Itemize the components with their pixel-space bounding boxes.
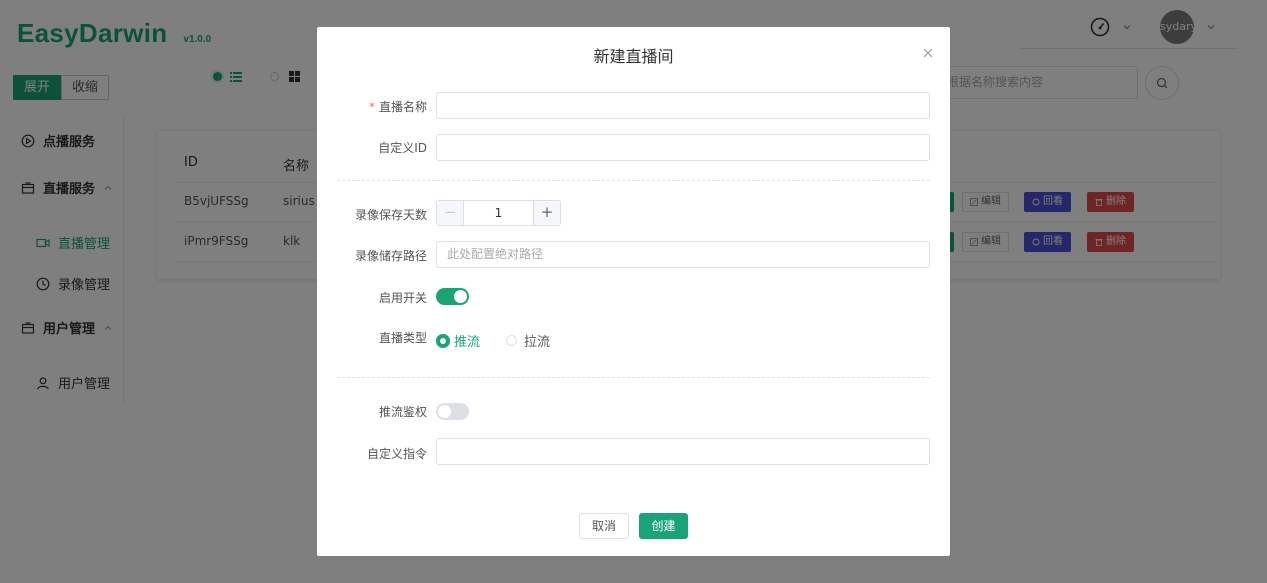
stream-type-label: 直播类型	[378, 331, 427, 345]
radio-push[interactable]	[436, 333, 450, 348]
save-path-input[interactable]: 此处配置绝对路径	[436, 241, 930, 268]
save-days-value[interactable]: 1	[464, 201, 533, 225]
decrement-button[interactable]: −	[437, 201, 464, 225]
auth-toggle[interactable]	[436, 403, 469, 420]
create-button[interactable]: 创建	[639, 513, 688, 539]
toggle-knob	[438, 405, 451, 418]
stream-type-radio-group: 推流 拉流	[436, 331, 550, 350]
save-days-label: 录像保存天数	[354, 208, 427, 222]
enable-label: 启用开关	[378, 291, 427, 305]
custom-cmd-label: 自定义指令	[366, 447, 427, 461]
close-icon[interactable]	[921, 46, 935, 60]
increment-button[interactable]: +	[533, 201, 560, 225]
section-divider	[337, 180, 930, 181]
create-live-dialog: 新建直播间 * 直播名称 自定义ID 录像保存天数 − 1 + 录像储存路径 此处…	[317, 27, 950, 556]
custom-id-label: 自定义ID	[378, 141, 427, 155]
name-label: * 直播名称	[317, 98, 427, 115]
save-days-stepper: − 1 +	[436, 200, 561, 226]
radio-pull[interactable]	[506, 335, 518, 346]
required-mark: *	[368, 100, 375, 114]
radio-push-label[interactable]: 推流	[454, 331, 480, 350]
cancel-button[interactable]: 取消	[579, 513, 629, 539]
dialog-title: 新建直播间	[593, 47, 674, 66]
enable-toggle[interactable]	[436, 288, 469, 305]
auth-label: 推流鉴权	[378, 405, 427, 419]
section-divider	[337, 377, 930, 378]
toggle-knob	[454, 290, 467, 303]
custom-cmd-input[interactable]	[436, 438, 930, 465]
save-path-label: 录像储存路径	[354, 249, 427, 263]
name-label-text: 直播名称	[378, 100, 427, 114]
name-input[interactable]	[436, 92, 930, 119]
radio-pull-label[interactable]: 拉流	[524, 331, 550, 350]
custom-id-input[interactable]	[436, 134, 930, 161]
